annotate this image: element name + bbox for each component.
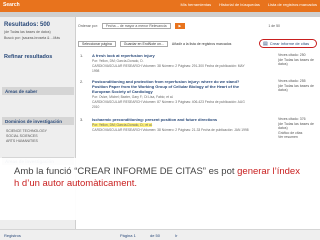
filter-checkbox-social[interactable]: SOCIAL SCIENCES xyxy=(6,134,38,138)
record-number: 1. xyxy=(80,53,84,58)
view-summary-link[interactable]: Ver resumen xyxy=(278,135,320,140)
sort-label: Ordenar por: xyxy=(78,23,98,28)
record-title[interactable]: Postconditioning and protection from rep… xyxy=(92,79,252,94)
refresh-button[interactable]: ▶ xyxy=(174,22,186,29)
footer-bar: Registros Página 1 de 50 Ir xyxy=(0,229,320,240)
footer-page-total: de 50 xyxy=(150,233,161,238)
record-number: 2. xyxy=(80,79,84,84)
select-page-checkbox[interactable]: Seleccionar página xyxy=(78,40,116,47)
times-cited-source: (de Todas las bases de datos) xyxy=(278,121,314,131)
times-cited-source: (de Todas las bases de datos) xyxy=(278,83,314,93)
sort-toolbar: Ordenar por: Fecha -- de mayor a menor R… xyxy=(78,22,320,29)
footer-go-button[interactable]: Ir xyxy=(175,233,177,238)
result-record: 3. Ischaemic preconditioning: present po… xyxy=(78,117,320,157)
sidebar-section-knowledge-areas[interactable]: Áreas de saber xyxy=(2,87,74,95)
record-source: CARDIOVASCULAR RESEARCH Volumen: 38 Núme… xyxy=(92,128,249,132)
result-record: 1. A fresh look at reperfusion injury Po… xyxy=(78,53,320,79)
refine-results-heading: Refinar resultados xyxy=(4,54,53,60)
record-authors: Por: Yellon, DM; García-Dorado, D. xyxy=(92,59,144,63)
record-title[interactable]: Ischaemic preconditioning: present posit… xyxy=(92,117,252,122)
filter-checkbox-science[interactable]: SCIENCE TECHNOLOGY xyxy=(6,129,47,133)
citation-report-button[interactable]: ▤ Crear informe de citas xyxy=(259,39,317,48)
header-link-marked-list[interactable]: Lista de registros marcados xyxy=(268,2,317,7)
header-link-history[interactable]: Historial de búsquedas xyxy=(219,2,260,7)
citation-count: Veces citado: 376 (de Todas las bases de… xyxy=(278,117,320,140)
record-authors: Por: Yellon, DM; García-Dorado, D.; et a… xyxy=(92,123,252,128)
footer-page[interactable]: Página 1 xyxy=(120,233,136,238)
page-indicator[interactable]: 1 de 50 xyxy=(268,24,280,28)
record-authors: Por: Ovize, Michel; Baxter, Gary F.; Di … xyxy=(92,95,174,99)
header-links: Mis herramientas Historial de búsquedas … xyxy=(180,2,317,7)
filter-checkbox-arts[interactable]: ARTS HUMANITIES xyxy=(6,139,38,143)
record-title[interactable]: A fresh look at reperfusion injury xyxy=(92,53,252,58)
times-cited-source: (de Todas las bases de datos) xyxy=(278,57,314,67)
sort-select[interactable]: Fecha -- de mayor a menor Relevancia xyxy=(101,22,171,29)
chart-icon: ▤ xyxy=(263,40,268,47)
record-source: CARDIOVASCULAR RESEARCH Volumen: 38 Núme… xyxy=(92,64,245,73)
search-query-summary[interactable]: Buscó por: (sauras-broseta & ...Más xyxy=(4,36,60,40)
citation-report-label: Crear informe de citas xyxy=(269,41,310,46)
highlighted-authors: Por: Yellon, DM; García-Dorado, D.; et a… xyxy=(92,123,153,127)
footer-records: Registros xyxy=(4,233,21,238)
caption-text: Amb la funció “CREAR INFORME DE CITAS” e… xyxy=(14,166,306,190)
brand-label[interactable]: Search xyxy=(3,2,20,8)
citation-count: Veces citado: 255 (de Todas las bases de… xyxy=(278,79,320,93)
caption-intro: Amb la funció “CREAR INFORME DE CITAS” e… xyxy=(14,166,238,177)
record-source: CARDIOVASCULAR RESEARCH Volumen: 87 Núme… xyxy=(92,100,245,109)
save-to-endnote-select[interactable]: Guardar en EndNote on... xyxy=(119,40,168,47)
add-to-marked-list-link[interactable]: Añadir a la lista de registros marcados xyxy=(172,42,232,46)
result-record: 2. Postconditioning and protection from … xyxy=(78,79,320,111)
results-count: Resultados: 500 xyxy=(4,22,51,28)
sidebar-section-research-domains[interactable]: Dominios de investigación xyxy=(2,117,74,125)
results-source: (de Todas las bases de datos) xyxy=(4,30,51,34)
record-number: 3. xyxy=(80,117,84,122)
header-link-tools[interactable]: Mis herramientas xyxy=(180,2,211,7)
top-navigation-bar: Search Mis herramientas Historial de bús… xyxy=(0,0,320,12)
citation-count: Veces citado: 250 (de Todas las bases de… xyxy=(278,53,320,67)
